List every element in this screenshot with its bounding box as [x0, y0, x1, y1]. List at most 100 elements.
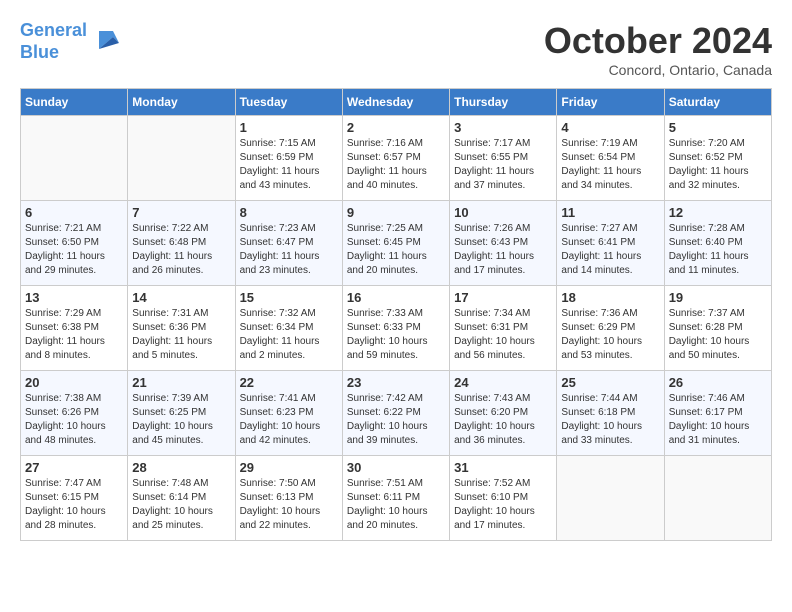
logo: General Blue	[20, 20, 121, 63]
day-info: Sunrise: 7:39 AM Sunset: 6:25 PM Dayligh…	[132, 392, 230, 448]
day-number: 13	[25, 290, 123, 305]
day-info: Sunrise: 7:52 AM Sunset: 6:10 PM Dayligh…	[454, 477, 552, 533]
day-info: Sunrise: 7:17 AM Sunset: 6:55 PM Dayligh…	[454, 137, 552, 193]
day-cell: 24 Sunrise: 7:43 AM Sunset: 6:20 PM Dayli…	[450, 371, 557, 456]
day-number: 10	[454, 205, 552, 220]
day-cell: 1 Sunrise: 7:15 AM Sunset: 6:59 PM Daylig…	[235, 116, 342, 201]
day-info: Sunrise: 7:28 AM Sunset: 6:40 PM Dayligh…	[669, 222, 767, 278]
week-row-2: 6 Sunrise: 7:21 AM Sunset: 6:50 PM Daylig…	[21, 201, 772, 286]
day-number: 3	[454, 120, 552, 135]
day-number: 26	[669, 375, 767, 390]
day-cell	[21, 116, 128, 201]
day-number: 28	[132, 460, 230, 475]
day-number: 29	[240, 460, 338, 475]
day-number: 18	[561, 290, 659, 305]
day-number: 1	[240, 120, 338, 135]
day-info: Sunrise: 7:36 AM Sunset: 6:29 PM Dayligh…	[561, 307, 659, 363]
header-row: SundayMondayTuesdayWednesdayThursdayFrid…	[21, 89, 772, 116]
logo-icon	[91, 27, 121, 57]
day-number: 24	[454, 375, 552, 390]
day-number: 8	[240, 205, 338, 220]
week-row-1: 1 Sunrise: 7:15 AM Sunset: 6:59 PM Daylig…	[21, 116, 772, 201]
day-cell: 8 Sunrise: 7:23 AM Sunset: 6:47 PM Daylig…	[235, 201, 342, 286]
day-cell: 12 Sunrise: 7:28 AM Sunset: 6:40 PM Dayli…	[664, 201, 771, 286]
day-cell: 31 Sunrise: 7:52 AM Sunset: 6:10 PM Dayli…	[450, 456, 557, 541]
day-info: Sunrise: 7:51 AM Sunset: 6:11 PM Dayligh…	[347, 477, 445, 533]
day-cell: 19Sunrise: 7:37 AM Sunset: 6:28 PM Dayli…	[664, 286, 771, 371]
day-number: 30	[347, 460, 445, 475]
day-info: Sunrise: 7:20 AM Sunset: 6:52 PM Dayligh…	[669, 137, 767, 193]
day-cell: 5 Sunrise: 7:20 AM Sunset: 6:52 PM Daylig…	[664, 116, 771, 201]
week-row-4: 20 Sunrise: 7:38 AM Sunset: 6:26 PM Dayli…	[21, 371, 772, 456]
day-number: 27	[25, 460, 123, 475]
day-number: 9	[347, 205, 445, 220]
day-number: 16	[347, 290, 445, 305]
day-number: 22	[240, 375, 338, 390]
day-cell: 16 Sunrise: 7:33 AM Sunset: 6:33 PM Dayli…	[342, 286, 449, 371]
day-info: Sunrise: 7:33 AM Sunset: 6:33 PM Dayligh…	[347, 307, 445, 363]
day-cell: 11Sunrise: 7:27 AM Sunset: 6:41 PM Dayli…	[557, 201, 664, 286]
day-cell: 28 Sunrise: 7:48 AM Sunset: 6:14 PM Dayli…	[128, 456, 235, 541]
day-info: Sunrise: 7:43 AM Sunset: 6:20 PM Dayligh…	[454, 392, 552, 448]
day-info: Sunrise: 7:46 AM Sunset: 6:17 PM Dayligh…	[669, 392, 767, 448]
day-cell: 18 Sunrise: 7:36 AM Sunset: 6:29 PM Dayli…	[557, 286, 664, 371]
header-saturday: Saturday	[664, 89, 771, 116]
day-number: 25	[561, 375, 659, 390]
day-info: Sunrise: 7:22 AM Sunset: 6:48 PM Dayligh…	[132, 222, 230, 278]
header-tuesday: Tuesday	[235, 89, 342, 116]
day-cell: 23 Sunrise: 7:42 AM Sunset: 6:22 PM Dayli…	[342, 371, 449, 456]
day-cell: 14Sunrise: 7:31 AM Sunset: 6:36 PM Dayli…	[128, 286, 235, 371]
day-info: Sunrise: 7:41 AM Sunset: 6:23 PM Dayligh…	[240, 392, 338, 448]
day-info: Sunrise: 7:23 AM Sunset: 6:47 PM Dayligh…	[240, 222, 338, 278]
logo-text: General	[20, 20, 87, 42]
month-title: October 2024	[544, 20, 772, 62]
day-cell: 3 Sunrise: 7:17 AM Sunset: 6:55 PM Daylig…	[450, 116, 557, 201]
header-friday: Friday	[557, 89, 664, 116]
day-cell: 10Sunrise: 7:26 AM Sunset: 6:43 PM Dayli…	[450, 201, 557, 286]
day-cell	[664, 456, 771, 541]
day-info: Sunrise: 7:21 AM Sunset: 6:50 PM Dayligh…	[25, 222, 123, 278]
day-number: 5	[669, 120, 767, 135]
day-info: Sunrise: 7:27 AM Sunset: 6:41 PM Dayligh…	[561, 222, 659, 278]
page-header: General Blue October 2024 Concord, Ontar…	[20, 20, 772, 78]
day-cell: 29 Sunrise: 7:50 AM Sunset: 6:13 PM Dayli…	[235, 456, 342, 541]
day-cell	[557, 456, 664, 541]
day-number: 19	[669, 290, 767, 305]
day-info: Sunrise: 7:19 AM Sunset: 6:54 PM Dayligh…	[561, 137, 659, 193]
day-cell: 13 Sunrise: 7:29 AM Sunset: 6:38 PM Dayli…	[21, 286, 128, 371]
day-number: 2	[347, 120, 445, 135]
day-info: Sunrise: 7:50 AM Sunset: 6:13 PM Dayligh…	[240, 477, 338, 533]
day-number: 12	[669, 205, 767, 220]
day-info: Sunrise: 7:31 AM Sunset: 6:36 PM Dayligh…	[132, 307, 230, 363]
day-number: 20	[25, 375, 123, 390]
day-number: 4	[561, 120, 659, 135]
day-cell: 22 Sunrise: 7:41 AM Sunset: 6:23 PM Dayli…	[235, 371, 342, 456]
day-info: Sunrise: 7:15 AM Sunset: 6:59 PM Dayligh…	[240, 137, 338, 193]
title-section: October 2024 Concord, Ontario, Canada	[544, 20, 772, 78]
day-number: 21	[132, 375, 230, 390]
day-cell: 15Sunrise: 7:32 AM Sunset: 6:34 PM Dayli…	[235, 286, 342, 371]
day-info: Sunrise: 7:47 AM Sunset: 6:15 PM Dayligh…	[25, 477, 123, 533]
day-cell: 26 Sunrise: 7:46 AM Sunset: 6:17 PM Dayli…	[664, 371, 771, 456]
day-cell: 20 Sunrise: 7:38 AM Sunset: 6:26 PM Dayli…	[21, 371, 128, 456]
calendar-table: SundayMondayTuesdayWednesdayThursdayFrid…	[20, 88, 772, 541]
day-number: 7	[132, 205, 230, 220]
day-info: Sunrise: 7:38 AM Sunset: 6:26 PM Dayligh…	[25, 392, 123, 448]
day-info: Sunrise: 7:29 AM Sunset: 6:38 PM Dayligh…	[25, 307, 123, 363]
day-info: Sunrise: 7:48 AM Sunset: 6:14 PM Dayligh…	[132, 477, 230, 533]
header-wednesday: Wednesday	[342, 89, 449, 116]
day-info: Sunrise: 7:34 AM Sunset: 6:31 PM Dayligh…	[454, 307, 552, 363]
day-cell: 4 Sunrise: 7:19 AM Sunset: 6:54 PM Daylig…	[557, 116, 664, 201]
week-row-3: 13 Sunrise: 7:29 AM Sunset: 6:38 PM Dayli…	[21, 286, 772, 371]
logo-text2: Blue	[20, 42, 87, 64]
header-sunday: Sunday	[21, 89, 128, 116]
day-number: 6	[25, 205, 123, 220]
header-monday: Monday	[128, 89, 235, 116]
day-info: Sunrise: 7:32 AM Sunset: 6:34 PM Dayligh…	[240, 307, 338, 363]
week-row-5: 27 Sunrise: 7:47 AM Sunset: 6:15 PM Dayli…	[21, 456, 772, 541]
day-info: Sunrise: 7:44 AM Sunset: 6:18 PM Dayligh…	[561, 392, 659, 448]
day-info: Sunrise: 7:42 AM Sunset: 6:22 PM Dayligh…	[347, 392, 445, 448]
day-number: 23	[347, 375, 445, 390]
day-cell: 21 Sunrise: 7:39 AM Sunset: 6:25 PM Dayli…	[128, 371, 235, 456]
day-number: 31	[454, 460, 552, 475]
